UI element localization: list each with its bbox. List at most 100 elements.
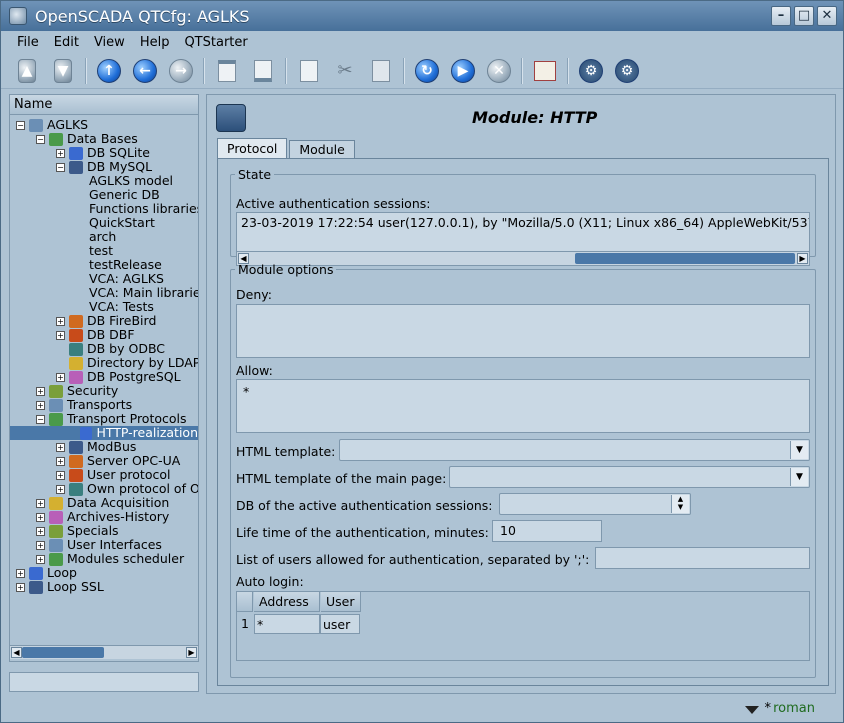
- db-sessions-select[interactable]: ▲ ▼: [499, 493, 691, 515]
- table-cell-user[interactable]: user: [320, 614, 360, 634]
- db-save-icon[interactable]: ▼: [49, 57, 77, 85]
- tree-item[interactable]: QuickStart: [76, 216, 155, 230]
- tree-item[interactable]: VCA: AGLKS: [76, 272, 164, 286]
- cut-icon[interactable]: ✂: [331, 57, 359, 85]
- station-update-icon[interactable]: ⚙: [613, 57, 641, 85]
- tree-item[interactable]: AGLKS model: [76, 174, 173, 188]
- up-down-icon[interactable]: ▲ ▼: [671, 495, 689, 513]
- menu-help[interactable]: Help: [132, 35, 177, 50]
- tree-item[interactable]: + Transports: [36, 398, 132, 412]
- tree-item[interactable]: + DB PostgreSQL: [56, 370, 181, 384]
- expand-icon[interactable]: +: [36, 540, 45, 550]
- tree-item[interactable]: Directory by LDAP: [56, 356, 198, 370]
- lifetime-input[interactable]: 10: [492, 520, 602, 542]
- expand-icon[interactable]: +: [56, 470, 65, 480]
- tree-item[interactable]: − DB MySQL: [56, 160, 152, 174]
- collapse-icon[interactable]: −: [16, 120, 25, 130]
- expand-icon[interactable]: +: [56, 442, 65, 452]
- paste-icon[interactable]: [367, 57, 395, 85]
- manual-icon[interactable]: [531, 57, 559, 85]
- tree-item[interactable]: − Transport Protocols: [36, 412, 187, 426]
- tab-protocol[interactable]: Protocol: [217, 138, 288, 160]
- html-main-template-select[interactable]: ▼: [449, 466, 810, 488]
- column-header-user[interactable]: User: [321, 592, 361, 612]
- expand-icon[interactable]: +: [56, 148, 65, 158]
- add-item-icon[interactable]: [213, 57, 241, 85]
- status-user[interactable]: roman: [773, 701, 815, 716]
- remote-station-icon[interactable]: ⚙: [577, 57, 605, 85]
- menu-edit[interactable]: Edit: [46, 35, 86, 50]
- tree-item[interactable]: Generic DB: [76, 188, 160, 202]
- expand-icon[interactable]: +: [36, 554, 45, 564]
- scroll-right-arrow-icon[interactable]: ▶: [186, 647, 197, 658]
- delete-item-icon[interactable]: [249, 57, 277, 85]
- tree-item[interactable]: + Specials: [36, 524, 119, 538]
- expand-icon[interactable]: +: [16, 568, 25, 578]
- forward-icon[interactable]: →: [167, 57, 195, 85]
- tree-item[interactable]: − AGLKS: [16, 118, 88, 132]
- expand-icon[interactable]: +: [56, 456, 65, 466]
- back-icon[interactable]: ←: [131, 57, 159, 85]
- tree-item[interactable]: + DB SQLite: [56, 146, 150, 160]
- dropdown-triangle-icon[interactable]: [745, 706, 759, 714]
- tree-item[interactable]: + Own protocol of OpenSCADA: [56, 482, 198, 496]
- sessions-list[interactable]: 23-03-2019 17:22:54 user(127.0.0.1), by …: [236, 212, 810, 266]
- tree-item[interactable]: VCA: Main libraries: [76, 286, 198, 300]
- tree-item[interactable]: + Archives-History: [36, 510, 169, 524]
- tree-item[interactable]: − Data Bases: [36, 132, 138, 146]
- tree-horizontal-scrollbar[interactable]: ◀ ▶: [10, 645, 198, 659]
- menu-file[interactable]: File: [9, 35, 46, 50]
- row-number[interactable]: 1: [237, 614, 253, 634]
- expand-icon[interactable]: +: [36, 386, 45, 396]
- tree-item[interactable]: + Security: [36, 384, 118, 398]
- chevron-down-icon[interactable]: ▼: [790, 441, 808, 459]
- copy-icon[interactable]: [295, 57, 323, 85]
- minimize-button[interactable]: –: [771, 6, 791, 26]
- column-header-address[interactable]: Address: [254, 592, 320, 612]
- expand-icon[interactable]: +: [56, 316, 65, 326]
- tree-item[interactable]: + ModBus: [56, 440, 136, 454]
- tree-item[interactable]: + Loop: [16, 566, 77, 580]
- expand-icon[interactable]: +: [16, 582, 25, 592]
- html-template-select[interactable]: ▼: [339, 439, 810, 461]
- scrollbar-thumb[interactable]: [22, 647, 104, 658]
- collapse-icon[interactable]: −: [56, 162, 65, 172]
- tree-item[interactable]: + Modules scheduler: [36, 552, 184, 566]
- tree-header[interactable]: Name: [10, 95, 198, 115]
- tree-item[interactable]: arch: [76, 230, 116, 244]
- tree-item[interactable]: + Loop SSL: [16, 580, 104, 594]
- expand-icon[interactable]: +: [56, 372, 65, 382]
- expand-icon[interactable]: +: [36, 512, 45, 522]
- start-icon[interactable]: ▶: [449, 57, 477, 85]
- up-icon[interactable]: ↑: [95, 57, 123, 85]
- tree-item[interactable]: + User protocol: [56, 468, 170, 482]
- maximize-button[interactable]: □: [794, 6, 814, 26]
- tree-item[interactable]: VCA: Tests: [76, 300, 154, 314]
- tree-item[interactable]: test: [76, 244, 113, 258]
- tree-item[interactable]: testRelease: [76, 258, 162, 272]
- db-load-icon[interactable]: ▲: [13, 57, 41, 85]
- chevron-down-icon[interactable]: ▼: [790, 468, 808, 486]
- menu-view[interactable]: View: [86, 35, 132, 50]
- expand-icon[interactable]: +: [56, 330, 65, 340]
- allowed-users-input[interactable]: [595, 547, 810, 569]
- deny-textarea[interactable]: [236, 304, 810, 358]
- expand-icon[interactable]: +: [56, 484, 65, 494]
- collapse-icon[interactable]: −: [36, 134, 45, 144]
- expand-icon[interactable]: +: [36, 498, 45, 508]
- tab-module[interactable]: Module: [289, 140, 355, 160]
- stop-icon[interactable]: ✕: [485, 57, 513, 85]
- table-cell-address[interactable]: *: [254, 614, 320, 634]
- tree-item[interactable]: + Server OPC-UA: [56, 454, 180, 468]
- tree-item[interactable]: HTTP-realization: [10, 426, 198, 440]
- close-button[interactable]: ✕: [817, 6, 837, 26]
- tree-item[interactable]: + Data Acquisition: [36, 496, 169, 510]
- tree-item[interactable]: + User Interfaces: [36, 538, 162, 552]
- expand-icon[interactable]: +: [36, 400, 45, 410]
- scroll-left-arrow-icon[interactable]: ◀: [11, 647, 22, 658]
- collapse-icon[interactable]: −: [36, 414, 45, 424]
- allow-textarea[interactable]: *: [236, 379, 810, 433]
- tree-item[interactable]: Functions libraries: [76, 202, 198, 216]
- tree-item[interactable]: + DB DBF: [56, 328, 135, 342]
- expand-icon[interactable]: +: [36, 526, 45, 536]
